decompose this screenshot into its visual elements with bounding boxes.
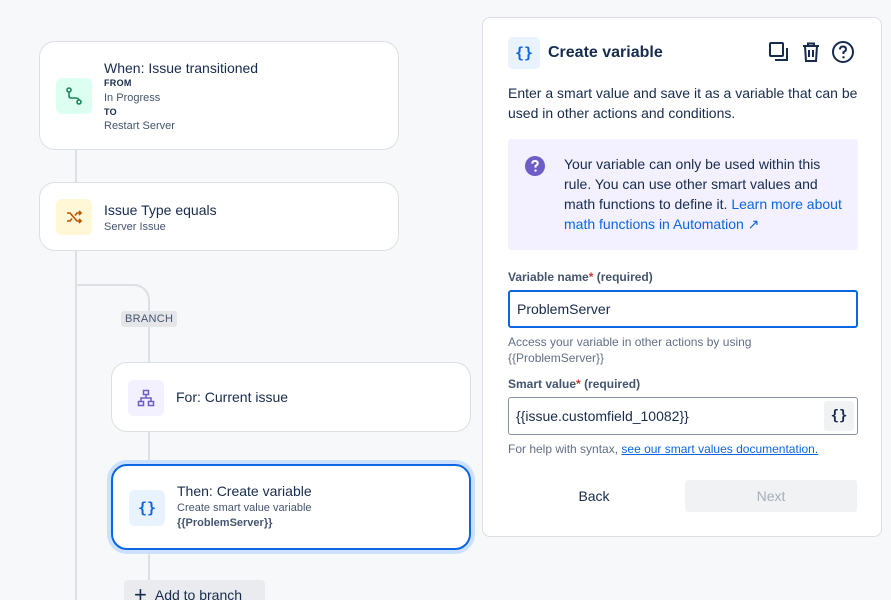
braces-icon: {} <box>830 408 848 424</box>
condition-title: Issue Type equals <box>104 202 217 218</box>
action-subtitle: Create smart value variable <box>177 502 312 514</box>
hierarchy-icon <box>128 380 164 416</box>
to-label: TO <box>104 107 117 117</box>
condition-card[interactable]: Issue Type equals Server Issue <box>39 182 399 251</box>
branch-connector <box>76 284 150 314</box>
info-message: Your variable can only be used within th… <box>508 139 858 250</box>
trash-icon[interactable] <box>799 40 823 64</box>
back-button[interactable]: Back <box>508 480 680 512</box>
to-value: Restart Server <box>104 120 175 132</box>
connector-line <box>75 150 77 183</box>
branch-card[interactable]: For: Current issue <box>111 362 471 432</box>
variable-name-label-text: Variable name <box>508 270 589 284</box>
action-variable: {{ProblemServer}} <box>177 517 273 529</box>
required-text: (required) <box>584 377 641 391</box>
from-label: FROM <box>104 78 132 88</box>
connector-line <box>148 432 150 464</box>
smart-value-picker-button[interactable]: {} <box>824 401 854 431</box>
variable-help-text: Access your variable in other actions by… <box>508 335 752 365</box>
transition-icon <box>56 78 92 114</box>
condition-subtitle: Server Issue <box>104 221 166 233</box>
add-to-branch-button[interactable]: + Add to branch <box>124 580 265 600</box>
add-to-branch-label: Add to branch <box>154 587 243 600</box>
trigger-card[interactable]: When: Issue transitioned FROM In Progres… <box>39 41 399 150</box>
info-text: Your variable can only be used within th… <box>564 154 844 234</box>
smart-value-value: {{issue.customfield_10082}} <box>516 408 689 424</box>
action-card[interactable]: {} Then: Create variable Create smart va… <box>111 464 471 550</box>
syntax-help: For help with syntax, see our smart valu… <box>508 441 868 457</box>
branch-title: For: Current issue <box>176 389 289 405</box>
braces-icon: {} <box>129 490 165 526</box>
panel-description: Enter a smart value and save it as a var… <box>508 85 858 121</box>
create-variable-panel: {} Create variable Enter a smart value a… <box>482 17 882 537</box>
duplicate-icon[interactable] <box>767 40 791 64</box>
smart-value-label: Smart value* (required) <box>508 377 640 391</box>
variable-name-input[interactable]: ProblemServer <box>508 290 858 328</box>
panel-actions <box>767 40 855 64</box>
smart-value-input[interactable]: {{issue.customfield_10082}} {} <box>508 397 858 435</box>
help-icon[interactable] <box>831 40 855 64</box>
required-star: * <box>576 377 581 391</box>
connector-line <box>148 550 150 580</box>
action-title: Then: Create variable <box>177 483 312 499</box>
braces-icon: {} <box>508 37 540 69</box>
required-text: (required) <box>596 270 653 284</box>
plus-icon: + <box>134 582 147 600</box>
required-star: * <box>588 270 594 284</box>
from-value: In Progress <box>104 92 161 104</box>
variable-name-label: Variable name* (required) <box>508 270 653 284</box>
smart-values-docs-link[interactable]: see our smart values documentation. <box>621 442 818 456</box>
next-button[interactable]: Next <box>685 480 857 512</box>
variable-name-value: ProblemServer <box>517 301 611 317</box>
panel-title: Create variable <box>548 44 663 61</box>
shuffle-icon <box>56 199 92 235</box>
trigger-title: When: Issue transitioned <box>104 60 259 76</box>
syntax-help-prefix: For help with syntax, <box>508 442 622 456</box>
smart-value-label-text: Smart value <box>508 377 577 391</box>
question-circle-icon <box>525 156 545 176</box>
branch-tag: BRANCH <box>121 311 178 327</box>
